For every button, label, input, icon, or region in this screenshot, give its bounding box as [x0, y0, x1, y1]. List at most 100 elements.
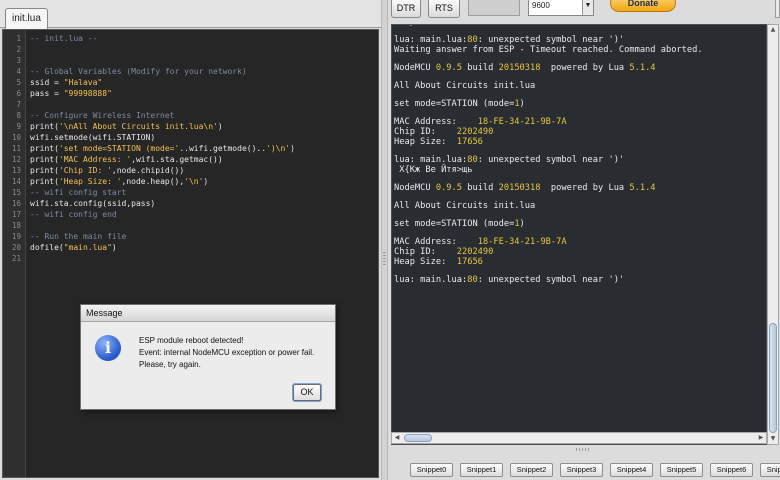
scrollbar-thumb[interactable]: [769, 323, 777, 433]
code-token: pass =: [30, 89, 64, 98]
snippet-button-2[interactable]: Snippet2: [510, 463, 553, 477]
code-lines: 1 -- init.lua -- 2 3 4 -- Global Variables (M…: [3, 33, 378, 264]
scroll-right-icon[interactable]: ▶: [756, 433, 766, 443]
toolbar-overflow-button[interactable]: [775, 0, 780, 18]
terminal-line: Chip ID: 2202490: [394, 127, 762, 137]
terminal-text: lua: main.lua:: [394, 155, 468, 165]
terminal-horizontal-scrollbar[interactable]: ◀ ▶: [391, 432, 767, 444]
code-line: 11 print('set mode=STATION (mode='..wifi.…: [3, 143, 378, 154]
message-dialog: Message i ESP module reboot detected! Ev…: [80, 304, 336, 410]
line-number: 7: [16, 100, 21, 109]
snippet-button-1[interactable]: Snippet1: [460, 463, 503, 477]
line-number: 20: [11, 243, 21, 252]
code-token: wifi.sta.config(ssid,pass): [30, 199, 156, 208]
terminal-text: : unexpected symbol near ')': [477, 155, 625, 165]
terminal-value: 18-FE-34-21-9B-7A: [477, 237, 567, 247]
dialog-title[interactable]: Message: [81, 305, 335, 322]
code-text: ssid = "Halava": [26, 78, 102, 87]
dialog-message: ESP module reboot detected! Event: inter…: [139, 335, 334, 371]
code-line: 13 print('Chip ID: ',node.chipid()): [3, 165, 378, 176]
code-line: 17 -- wifi config end: [3, 209, 378, 220]
terminal-text: Chip ID:: [394, 247, 457, 257]
terminal-output[interactable]: Heap Size: 17656lua: main.lua:80: unexpe…: [391, 24, 767, 445]
status-field: [468, 0, 520, 16]
scroll-up-icon[interactable]: ▲: [768, 25, 778, 35]
code-comment: -- wifi config end: [30, 210, 117, 219]
code-line: 18: [3, 220, 378, 231]
line-number: 11: [11, 144, 21, 153]
code-line: 7: [3, 99, 378, 110]
terminal-text: MAC Address:: [394, 237, 478, 247]
line-number: 12: [11, 155, 21, 164]
editor-panel: init.lua 1 -- init.lua -- 2 3 4 -- Global Var…: [0, 0, 381, 480]
line-number: 9: [16, 122, 21, 131]
snippet-button-6[interactable]: Snippet6: [710, 463, 753, 477]
code-string: '\n': [184, 177, 204, 186]
donate-button[interactable]: Donate: [610, 0, 676, 12]
snippet-button-3[interactable]: Snippet3: [560, 463, 603, 477]
code-token: ,node.chipid()): [111, 166, 185, 175]
code-line: 9 print('\nAll About Circuits init.lua\n'…: [3, 121, 378, 132]
vertical-splitter[interactable]: [381, 0, 388, 480]
code-line: 1 -- init.lua --: [3, 33, 378, 44]
terminal-line: lua: main.lua:80: unexpected symbol near…: [394, 275, 762, 285]
snippet-button-4[interactable]: Snippet4: [610, 463, 653, 477]
scroll-left-icon[interactable]: ◀: [392, 433, 402, 443]
code-line: 14 print('Heap Size: ',node.heap(),'\n'): [3, 176, 378, 187]
code-line: 2: [3, 44, 378, 55]
baud-rate-select[interactable]: 9600 ▼: [528, 0, 594, 16]
code-text: dofile("main.lua"): [26, 243, 117, 252]
code-text: print('MAC Address: ',wifi.sta.getmac()): [26, 155, 223, 164]
terminal-text: powered by Lua: [540, 183, 630, 193]
line-number: 14: [11, 177, 21, 186]
code-token: print(: [30, 144, 59, 153]
tab-init-lua[interactable]: init.lua: [5, 8, 48, 29]
terminal-value: 18-FE-34-21-9B-7A: [477, 117, 567, 127]
code-text: -- Run the main file: [26, 232, 126, 241]
dtr-button[interactable]: DTR: [391, 0, 421, 18]
terminal-text: build: [462, 183, 499, 193]
terminal-value: 80: [467, 275, 478, 285]
rts-button[interactable]: RTS: [428, 0, 460, 18]
snippet-button-7[interactable]: Snippet7: [760, 463, 780, 477]
terminal-text: ): [519, 99, 525, 109]
terminal-line: Heap Size: 17656: [394, 257, 762, 267]
terminal-line: All About Circuits init.lua: [394, 201, 762, 211]
code-comment: -- Run the main file: [30, 232, 127, 241]
snippet-button-0[interactable]: Snippet0: [410, 463, 453, 477]
terminal-line: NodeMCU 0.9.5 build 20150318 powered by …: [394, 63, 762, 73]
terminal-value: 5.1.4: [629, 183, 656, 193]
line-number: 6: [16, 89, 21, 98]
code-editor[interactable]: 1 -- init.lua -- 2 3 4 -- Global Variables (M…: [2, 29, 379, 478]
line-number: 4: [16, 67, 21, 76]
scroll-down-icon[interactable]: ▼: [768, 434, 778, 444]
code-line: 21: [3, 253, 378, 264]
terminal-value: 20150318: [498, 63, 541, 73]
code-line: 15 -- wifi config start: [3, 187, 378, 198]
code-comment: -- Global Variables (Modify for your net…: [30, 67, 247, 76]
terminal-text: set mode=STATION (mode=: [394, 219, 515, 229]
line-number: 17: [11, 210, 21, 219]
terminal-value: 2202490: [456, 127, 494, 137]
snippet-button-5[interactable]: Snippet5: [660, 463, 703, 477]
terminal-text: lua: main.lua:: [394, 275, 468, 285]
code-text: print('Chip ID: ',node.chipid()): [26, 166, 184, 175]
line-number: 3: [16, 56, 21, 65]
code-token: print(: [30, 155, 59, 164]
chevron-down-icon: ▼: [582, 0, 593, 15]
terminal-value: 17656: [456, 137, 483, 147]
code-line: 16 wifi.sta.config(ssid,pass): [3, 198, 378, 209]
editor-tab-bar: init.lua: [0, 0, 381, 29]
ok-button[interactable]: OK: [293, 384, 321, 401]
terminal-value: 2202490: [456, 247, 494, 257]
terminal-text: lua: main.lua:: [394, 35, 468, 45]
scrollbar-thumb[interactable]: [404, 434, 432, 442]
terminal-line: Heap Size: 17656: [394, 137, 762, 147]
terminal-vertical-scrollbar[interactable]: ▲ ▼: [767, 24, 779, 445]
code-text: wifi.sta.config(ssid,pass): [26, 199, 155, 208]
horizontal-splitter[interactable]: [388, 447, 780, 453]
